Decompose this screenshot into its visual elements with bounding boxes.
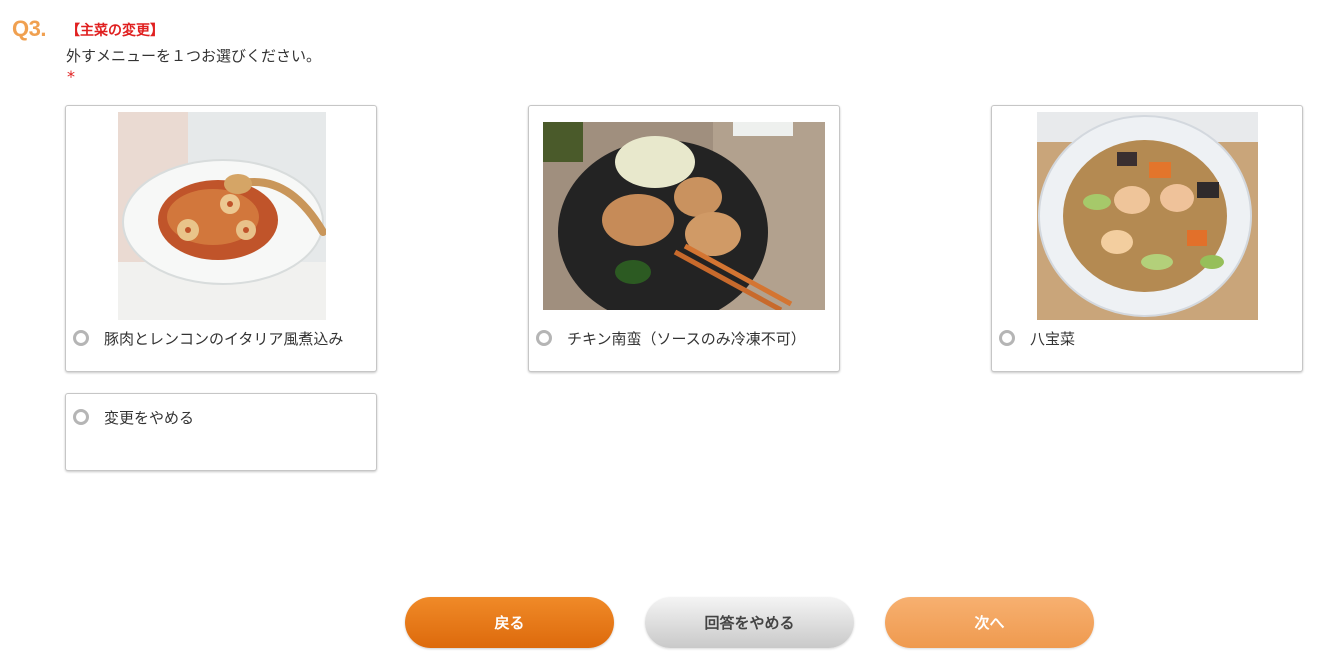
option-radio[interactable] [73, 330, 89, 346]
question-text: 外すメニューを１つお選びください。 [66, 47, 322, 65]
option-card-pork-lotus[interactable]: 豚肉とレンコンのイタリア風煮込み [65, 105, 377, 372]
option-radio[interactable] [999, 330, 1015, 346]
option-label: 八宝菜 [1030, 330, 1076, 348]
option-label: チキン南蛮（ソースのみ冷凍不可） [567, 330, 806, 348]
question-category: 【主菜の変更】 [66, 23, 164, 39]
next-button[interactable]: 次へ [885, 597, 1094, 648]
option-card-happosai[interactable]: 八宝菜 [991, 105, 1303, 372]
option-radio[interactable] [536, 330, 552, 346]
option-card-cancel-change[interactable]: 変更をやめる [65, 393, 377, 471]
option-radio[interactable] [73, 409, 89, 425]
option-label: 変更をやめる [104, 409, 195, 427]
option-label: 豚肉とレンコンのイタリア風煮込み [104, 330, 344, 348]
back-button[interactable]: 戻る [405, 597, 614, 648]
option-card-chicken-nanban[interactable]: チキン南蛮（ソースのみ冷凍不可） [528, 105, 840, 372]
required-mark: * [67, 67, 75, 86]
question-number: Q3. [12, 16, 46, 41]
survey-page: Q3. 【主菜の変更】 外すメニューを１つお選びください。 * 豚肉とレンコンの… [0, 0, 1318, 663]
dish-photo-happosai [1037, 112, 1258, 320]
dish-photo-chicken-nanban [543, 122, 825, 310]
dish-photo-pork-lotus [118, 112, 326, 320]
quit-answering-button[interactable]: 回答をやめる [645, 597, 854, 648]
